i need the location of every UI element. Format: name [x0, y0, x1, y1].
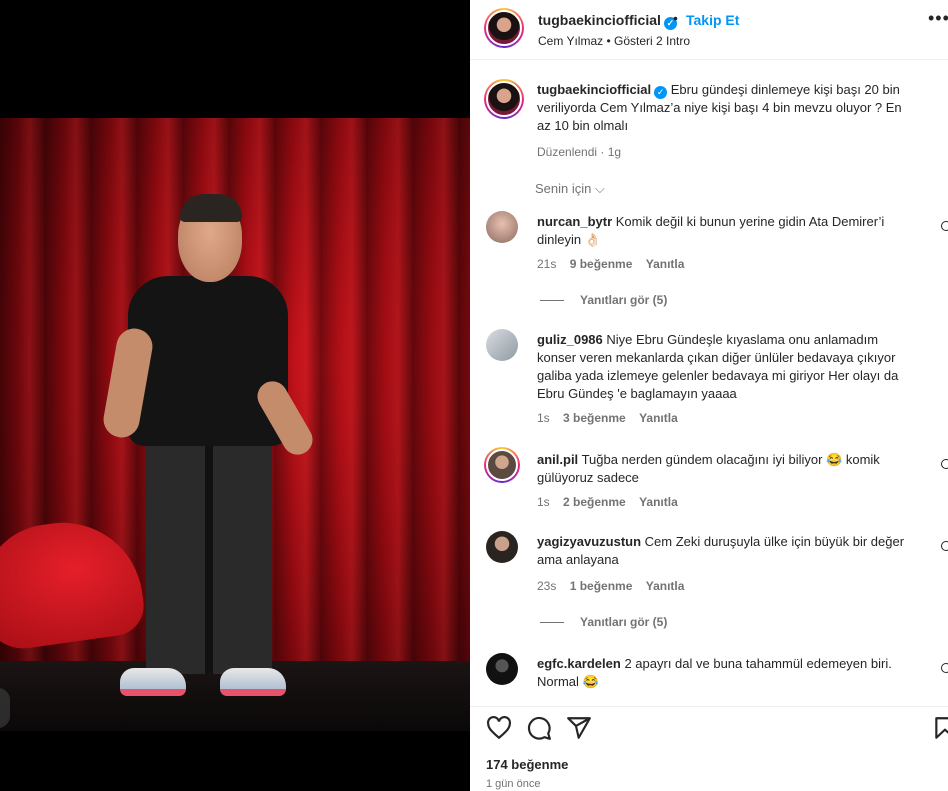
comment-likes[interactable]: 2 beğenme	[563, 495, 626, 509]
reply-button[interactable]: Yanıtla	[646, 579, 685, 593]
comment-filter[interactable]: Senin için ⌵	[535, 181, 605, 197]
chevron-down-icon: ⌵	[595, 181, 605, 196]
comment-username[interactable]: nurcan_bytr	[537, 214, 612, 229]
comment-like-icon[interactable]	[941, 459, 948, 469]
comment-username[interactable]: anil.pil	[537, 452, 578, 467]
bookmark-icon[interactable]	[932, 715, 948, 741]
commenter-avatar[interactable]	[486, 329, 518, 361]
audio-subtitle[interactable]: Cem Yılmaz • Gösteri 2 Intro	[538, 34, 690, 48]
comment-filter-label: Senin için	[535, 181, 592, 196]
post-image[interactable]	[0, 118, 470, 731]
comment-like-icon[interactable]	[941, 221, 948, 231]
comment-time: 21s	[537, 257, 557, 271]
comment-username[interactable]: egfc.kardelen	[537, 656, 621, 671]
comment-like-icon[interactable]	[941, 541, 948, 551]
author-username[interactable]: tugbaekinciofficial	[538, 12, 661, 28]
comment-likes[interactable]: 3 beğenme	[563, 411, 626, 425]
comment-text: Tuğba nerden gündem olacağını iyi biliyo…	[537, 452, 880, 485]
follow-button[interactable]: Takip Et	[686, 12, 739, 28]
comment-username[interactable]: yagizyavuzustun	[537, 534, 641, 549]
reply-button[interactable]: Yanıtla	[639, 411, 678, 425]
comment-like-icon[interactable]	[941, 663, 948, 673]
commenter-avatar[interactable]	[486, 211, 518, 243]
view-replies-button[interactable]: Yanıtları gör (5)	[540, 293, 667, 307]
likes-count[interactable]: 174 beğenme	[486, 757, 568, 772]
caption-avatar[interactable]	[484, 79, 524, 119]
view-replies-button[interactable]: Yanıtları gör (5)	[540, 615, 667, 629]
post-side-panel: tugbaekinciofficial ✓ • Takip Et Cem Yılm…	[470, 0, 948, 791]
separator-dot: •	[673, 10, 678, 26]
post-date[interactable]: 1 gün önce	[486, 778, 540, 790]
post-header: tugbaekinciofficial ✓ • Takip Et Cem Yılm…	[470, 0, 948, 60]
commenter-avatar[interactable]	[486, 531, 518, 563]
comments-list[interactable]: tugbaekinciofficial ✓ Ebru gündeşi dinlem…	[470, 61, 948, 706]
author-username-row[interactable]: tugbaekinciofficial ✓	[538, 12, 677, 30]
comment-meta: 1s 2 beğenme Yanıtla	[537, 495, 678, 509]
comment-time: 1s	[537, 495, 550, 509]
comment-meta: 1s 3 beğenme Yanıtla	[537, 411, 678, 425]
post-media[interactable]	[0, 0, 470, 791]
caption-meta: Düzenlendi · 1g	[537, 145, 622, 159]
author-avatar[interactable]	[484, 8, 524, 48]
caption-username[interactable]: tugbaekinciofficial	[537, 82, 651, 97]
reply-button[interactable]: Yanıtla	[639, 495, 678, 509]
more-icon[interactable]: •••	[928, 8, 948, 29]
verified-icon: ✓	[654, 86, 668, 99]
share-icon[interactable]	[566, 715, 592, 741]
comment-meta: 23s 1 beğenme Yanıtla	[537, 579, 684, 593]
comment-time: 23s	[537, 579, 557, 593]
comment-likes[interactable]: 1 beğenme	[570, 579, 633, 593]
comment-meta: 21s 9 beğenme Yanıtla	[537, 257, 684, 271]
reply-button[interactable]: Yanıtla	[646, 257, 685, 271]
heart-icon[interactable]	[486, 715, 512, 741]
post-actions: 174 beğenme 1 gün önce	[470, 706, 948, 791]
comment-time: 1s	[537, 411, 550, 425]
comment-likes[interactable]: 9 beğenme	[570, 257, 633, 271]
commenter-avatar[interactable]	[486, 653, 518, 685]
performer-figure	[100, 194, 320, 718]
comment-icon[interactable]	[526, 715, 552, 741]
commenter-avatar[interactable]	[484, 447, 520, 483]
comment-username[interactable]: guliz_0986	[537, 332, 603, 347]
